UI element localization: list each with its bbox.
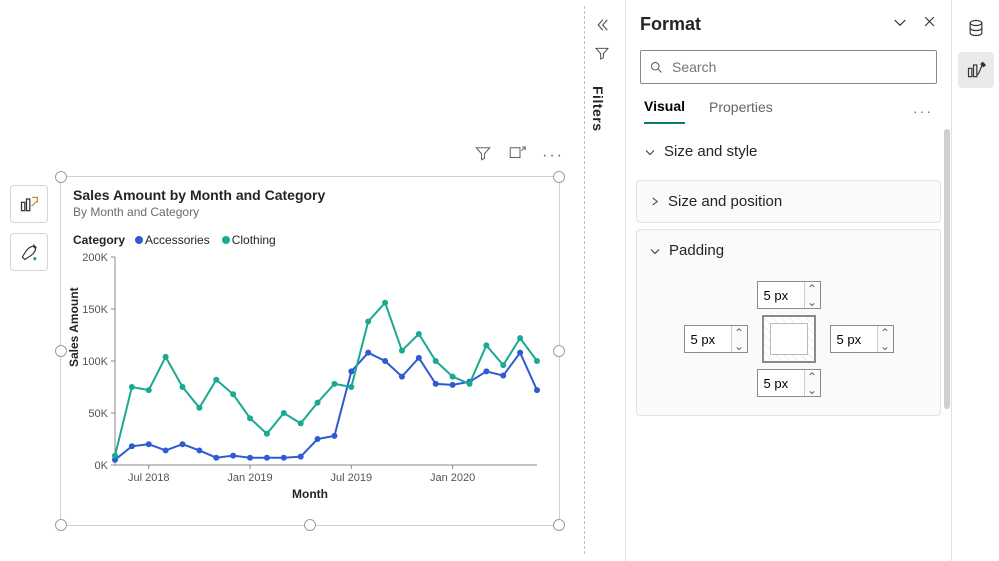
legend-item: Clothing (232, 233, 276, 247)
padding-preview-box (762, 315, 816, 363)
more-options-icon[interactable]: ··· (542, 147, 564, 165)
step-down-icon[interactable]: ⌄ (805, 383, 820, 396)
format-search[interactable] (640, 50, 937, 84)
section-padding[interactable]: Padding (637, 230, 940, 271)
padding-editor: ⌃⌄ ⌃⌄ ⌃⌄ ⌃⌄ (637, 271, 940, 415)
svg-text:Jul 2019: Jul 2019 (331, 472, 373, 484)
filters-icon[interactable] (590, 45, 614, 66)
chart-legend: Category Accessories Clothing (73, 233, 547, 247)
y-axis-label: Sales Amount (67, 287, 81, 367)
filters-pane-label[interactable]: Filters (590, 86, 606, 132)
step-up-icon[interactable]: ⌃ (878, 326, 893, 339)
section-size-and-position[interactable]: Size and position (637, 181, 940, 222)
focus-mode-icon[interactable] (508, 144, 526, 167)
format-pane: Format Visual Properties ··· Size and st… (625, 0, 951, 561)
section-label: Size and position (668, 193, 782, 210)
tab-visual[interactable]: Visual (644, 98, 685, 124)
section-label: Size and style (664, 143, 757, 160)
data-pane-icon[interactable] (958, 10, 994, 46)
format-painter-button[interactable] (10, 233, 48, 271)
resize-handle[interactable] (553, 519, 565, 531)
resize-handle[interactable] (55, 519, 67, 531)
svg-text:Jan 2020: Jan 2020 (430, 472, 475, 484)
format-pane-icon[interactable] (958, 52, 994, 88)
padding-bottom-input[interactable]: ⌃⌄ (757, 369, 821, 397)
step-down-icon[interactable]: ⌄ (805, 295, 820, 308)
svg-text:50K: 50K (88, 408, 108, 420)
legend-item: Accessories (145, 233, 210, 247)
pane-splitter[interactable] (584, 6, 585, 554)
tab-overflow-icon[interactable]: ··· (913, 103, 933, 119)
svg-text:200K: 200K (82, 252, 108, 264)
scrollbar[interactable] (944, 129, 950, 409)
step-up-icon[interactable]: ⌃ (805, 282, 820, 295)
insert-chart-button[interactable] (10, 185, 48, 223)
resize-handle[interactable] (55, 345, 67, 357)
close-pane-icon[interactable] (922, 14, 937, 35)
legend-swatch (222, 236, 230, 244)
step-up-icon[interactable]: ⌃ (732, 326, 747, 339)
legend-header: Category (73, 233, 125, 247)
step-up-icon[interactable]: ⌃ (805, 370, 820, 383)
collapse-filters-icon[interactable] (590, 16, 614, 39)
search-input[interactable] (672, 59, 928, 75)
resize-handle[interactable] (304, 519, 316, 531)
svg-text:Jul 2018: Jul 2018 (128, 472, 170, 484)
padding-top-input[interactable]: ⌃⌄ (757, 281, 821, 309)
svg-text:100K: 100K (82, 356, 108, 368)
chart-plot: 0K 50K 100K 150K 200K Jul 2018 Jan 2019 Jul 201… (73, 251, 543, 491)
step-down-icon[interactable]: ⌄ (732, 339, 747, 352)
svg-text:150K: 150K (82, 304, 108, 316)
padding-right-input[interactable]: ⌃⌄ (830, 325, 894, 353)
visual-actions: ··· (474, 144, 564, 167)
filter-icon[interactable] (474, 144, 492, 167)
tab-properties[interactable]: Properties (709, 99, 773, 123)
chart-subtitle: By Month and Category (73, 205, 547, 219)
step-down-icon[interactable]: ⌄ (878, 339, 893, 352)
line-chart-visual[interactable]: Sales Amount by Month and Category By Mo… (60, 176, 560, 526)
section-label: Padding (669, 242, 724, 259)
legend-swatch (135, 236, 143, 244)
resize-handle[interactable] (55, 171, 67, 183)
resize-handle[interactable] (553, 171, 565, 183)
expand-pane-icon[interactable] (892, 14, 908, 35)
padding-left-input[interactable]: ⌃⌄ (684, 325, 748, 353)
svg-text:Jan 2019: Jan 2019 (227, 472, 272, 484)
x-axis-label: Month (73, 487, 547, 501)
chart-title: Sales Amount by Month and Category (73, 187, 547, 203)
format-pane-title: Format (640, 14, 701, 35)
svg-text:0K: 0K (95, 460, 109, 472)
resize-handle[interactable] (553, 345, 565, 357)
section-size-and-style[interactable]: Size and style (636, 125, 941, 174)
